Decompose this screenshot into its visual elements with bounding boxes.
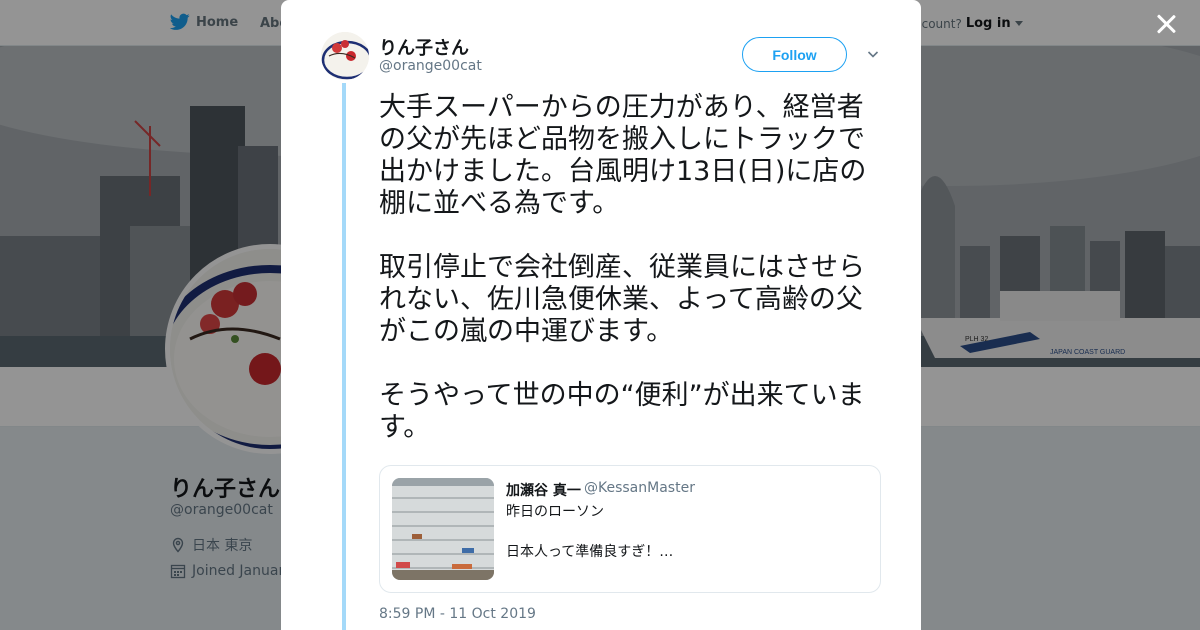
close-icon[interactable]	[1154, 12, 1178, 36]
thread-line	[342, 83, 346, 630]
chevron-down-icon[interactable]	[867, 48, 879, 60]
tweet-timestamp[interactable]: 8:59 PM - 11 Oct 2019	[379, 606, 536, 622]
quoted-text-line: 昨日のローソン	[506, 504, 604, 520]
tweet-paragraph: そうやって世の中の“便利”が出来ています。	[379, 380, 865, 443]
author-avatar[interactable]	[321, 32, 369, 80]
tweet-paragraph: 大手スーパーからの圧力があり、経営者の父が先ほど品物を搬入しにトラックで出かけま…	[379, 92, 867, 219]
quoted-author-handle: @KessanMaster	[584, 480, 695, 496]
quoted-author-name: 加瀬谷 真一	[506, 483, 581, 499]
quoted-text-line: 日本人って準備良すぎ！…	[506, 544, 674, 560]
author-name[interactable]: りん子さん	[379, 34, 469, 60]
follow-button[interactable]: Follow	[742, 37, 847, 72]
tweet-text: 大手スーパーからの圧力があり、経営者の父が先ほど品物を搬入しにトラックで出かけま…	[379, 92, 884, 444]
quoted-tweet-image	[392, 478, 494, 580]
tweet-paragraph: 取引停止で会社倒産、従業員にはさせられない、佐川急便休業、よって高齢の父がこの嵐…	[379, 252, 865, 347]
quoted-tweet-card[interactable]: 加瀬谷 真一 @KessanMaster 昨日のローソン 日本人って準備良すぎ！…	[379, 465, 881, 593]
tweet-modal: りん子さん @orange00cat Follow 大手スーパーからの圧力があり…	[281, 0, 921, 630]
author-handle[interactable]: @orange00cat	[379, 58, 482, 74]
